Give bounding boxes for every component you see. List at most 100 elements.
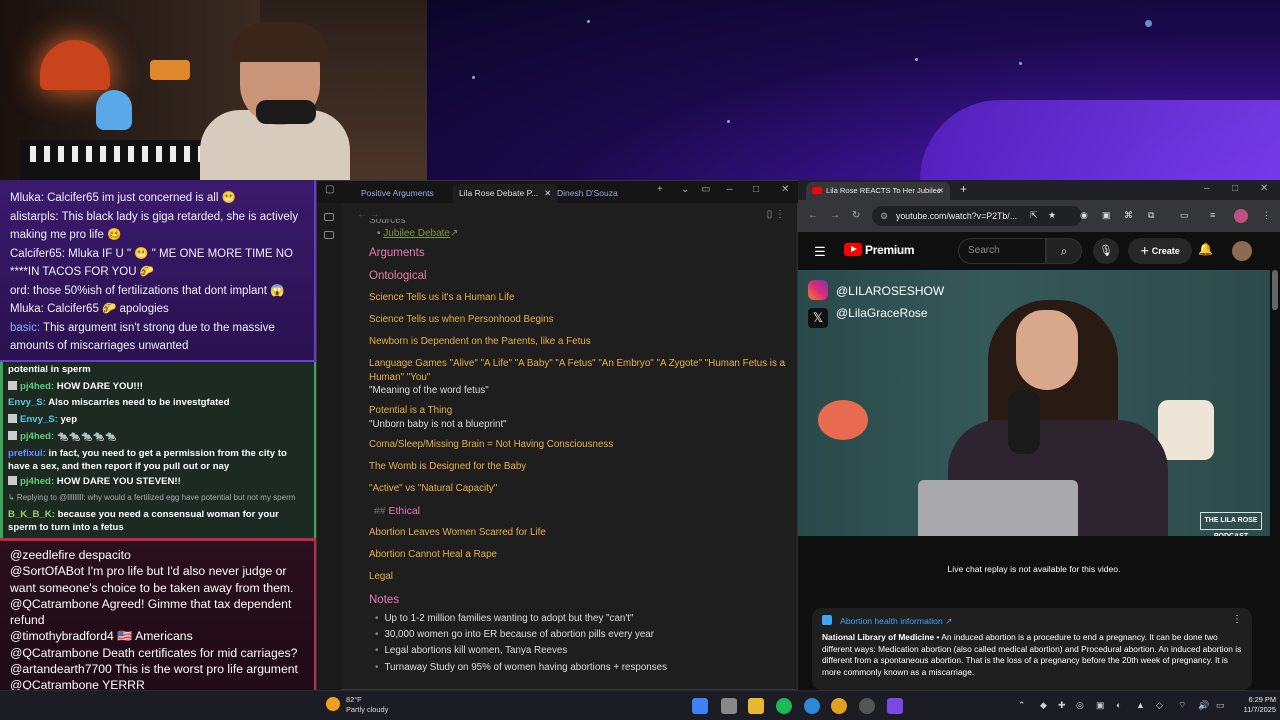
extension-icon[interactable]: ⧉ (1148, 210, 1154, 221)
extension-icon[interactable]: ◉ (1080, 210, 1088, 221)
streamer-hair (232, 22, 328, 62)
argument-item: Abortion Cannot Heal a Rape (369, 548, 497, 560)
maximize-icon[interactable]: □ (753, 184, 759, 195)
tab-dinesh-dsouza[interactable]: Dinesh D'Souza (551, 184, 624, 203)
health-info-body: National Library of Medicine • An induce… (822, 632, 1242, 677)
layout-icon[interactable]: ▭ (701, 184, 710, 195)
new-tab-icon[interactable]: + (960, 182, 967, 196)
minimize-icon[interactable]: – (727, 184, 733, 195)
chat-message: @zeedlefire despacito (10, 548, 131, 562)
tray-app-icon[interactable]: ◎ (1076, 700, 1084, 711)
health-info-title[interactable]: Abortion health information ↗ (822, 614, 1242, 628)
chat-panel-top: Mluka: Calcifer65 im just concerned is a… (0, 180, 316, 362)
forward-icon[interactable]: → (830, 210, 840, 221)
tray-app-icon[interactable]: ◇ (1156, 700, 1163, 711)
hamburger-menu-icon[interactable]: ☰ (814, 244, 826, 260)
browser-tab[interactable]: Lila Rose REACTS To Her Jubilee ✕ (806, 182, 950, 200)
note-item: • Up to 1-2 million families wanting to a… (375, 612, 634, 624)
badge-icon (8, 414, 17, 424)
send-icon[interactable] (324, 213, 334, 221)
profile-avatar[interactable] (1234, 209, 1248, 223)
tray-app-icon[interactable]: ◐ (1116, 700, 1121, 710)
weather-widget[interactable]: 82°F Partly cloudy (326, 695, 388, 715)
youtube-logo[interactable]: Premium (844, 243, 915, 257)
search-icon[interactable]: ⌕ (1046, 238, 1082, 264)
obsidian-icon[interactable] (887, 698, 903, 714)
install-icon[interactable]: ⇱ (1030, 210, 1038, 221)
star (727, 120, 730, 123)
chat-message: Mluka: Calcifer65 🌮 apologies (10, 303, 169, 315)
reading-list-icon[interactable]: ≡ (1210, 210, 1215, 220)
clock[interactable]: 6:29 PM 11/7/2025 (1232, 695, 1276, 715)
jubilee-debate-link[interactable]: Jubilee Debate (383, 228, 450, 239)
kebab-menu-icon[interactable]: ⋮ (1262, 210, 1271, 221)
tab-positive-arguments[interactable]: Positive Arguments (355, 184, 440, 203)
note-item: • Turnaway Study on 95% of women having a… (375, 661, 667, 673)
back-icon[interactable]: ← (808, 210, 818, 221)
avatar[interactable] (1232, 241, 1252, 261)
chat-message: @SortOfABot I'm pro life but I'd also ne… (10, 564, 294, 595)
extension-icon[interactable]: ⌘ (1124, 210, 1133, 221)
browser-toolbar: ← → ↻ ⚙ youtube.com/watch?v=P2Tb/... ⇱ ★ … (798, 200, 1280, 232)
chrome-icon[interactable] (831, 698, 847, 714)
search-input[interactable]: Search (958, 238, 1046, 264)
video-lamp (1158, 400, 1214, 460)
argument-item: The Womb is Designed for the Baby (369, 460, 527, 472)
reload-icon[interactable]: ↻ (852, 210, 860, 221)
obs-icon[interactable] (859, 698, 875, 714)
webcam-figure (96, 90, 132, 130)
tray-chevron-icon[interactable]: ⌃ (1018, 700, 1026, 711)
tray-app-icon[interactable]: ▲ (1136, 700, 1145, 710)
taskbar: 82°F Partly cloudy ⌃ ◆ ✚ ◎ ▣ ◐ ▲ ◇ ⌔ 🔊 ▭… (0, 690, 1280, 720)
close-window-icon[interactable]: ✕ (781, 184, 789, 195)
medical-icon (822, 615, 832, 625)
more-options-icon[interactable]: ⋮ (1232, 614, 1242, 625)
spotify-icon[interactable] (776, 698, 792, 714)
new-tab-icon[interactable]: + (657, 184, 663, 195)
chat-message: @artandearth7700 This is the worst pro l… (10, 662, 298, 677)
argument-item: "Active" vs "Natural Capacity" (369, 482, 498, 494)
x-handle: 𝕏 @LilaGraceRose (808, 306, 928, 328)
sidebar-toggle-icon[interactable]: ▢ (325, 184, 334, 195)
task-view-icon[interactable] (721, 698, 737, 714)
cast-icon[interactable]: ▭ (1180, 210, 1189, 221)
create-button[interactable]: ＋ Create (1128, 238, 1192, 264)
wifi-icon[interactable]: ⌔ (1178, 700, 1186, 711)
close-tab-icon[interactable]: ✕ (938, 182, 944, 200)
star (587, 20, 590, 23)
argument-item: Newborn is Dependent on the Parents, lik… (369, 336, 591, 347)
badge-icon (8, 475, 17, 485)
star (472, 76, 475, 79)
chat-message: Mluka: Calcifer65 im just concerned is a… (10, 192, 236, 204)
chat-message: pj4hed: HOW DARE YOU!!! (8, 379, 310, 396)
maximize-icon[interactable]: □ (1232, 183, 1238, 194)
chevron-down-icon[interactable]: ⌄ (681, 184, 689, 195)
minimize-icon[interactable]: – (1204, 183, 1210, 194)
microphone-icon[interactable]: 🎙 (1093, 238, 1119, 264)
tray-app-icon[interactable]: ✚ (1058, 700, 1066, 711)
video-host-face (1016, 310, 1078, 390)
edge-icon[interactable] (804, 698, 820, 714)
tray-app-icon[interactable]: ◆ (1040, 700, 1047, 711)
notes-heading: Notes (369, 593, 400, 606)
file-explorer-icon[interactable] (748, 698, 764, 714)
video-player[interactable]: @LILAROSESHOW 𝕏 @LilaGraceRose THE LILA R… (798, 270, 1270, 536)
bell-icon[interactable]: 🔔 (1198, 242, 1213, 256)
badge-icon (8, 380, 17, 390)
live-chat-notice: Live chat replay is not available for th… (947, 564, 1121, 574)
extension-icon[interactable]: ▣ (1102, 210, 1111, 221)
youtube-icon (812, 187, 822, 194)
close-window-icon[interactable]: ✕ (1260, 183, 1268, 194)
argument-item: Science Tells us it's a Human Life (369, 292, 515, 303)
battery-icon[interactable]: ▭ (1216, 700, 1225, 711)
bookmark-star-icon[interactable]: ★ (1048, 210, 1056, 221)
files-icon[interactable] (324, 231, 334, 239)
scrollbar[interactable] (1272, 270, 1278, 310)
tray-app-icon[interactable]: ▣ (1096, 700, 1105, 711)
chat-reply-context: ↳ Replying to @lllllllll: why would a fe… (8, 493, 296, 503)
ethical-heading[interactable]: ⌄##Ethical (369, 500, 789, 522)
tab-lila-rose-debate[interactable]: Lila Rose Debate P... ✕ (453, 184, 558, 203)
volume-icon[interactable]: 🔊 (1198, 700, 1209, 711)
start-menu-icon[interactable] (692, 698, 708, 714)
arguments-heading: Arguments (369, 247, 425, 259)
